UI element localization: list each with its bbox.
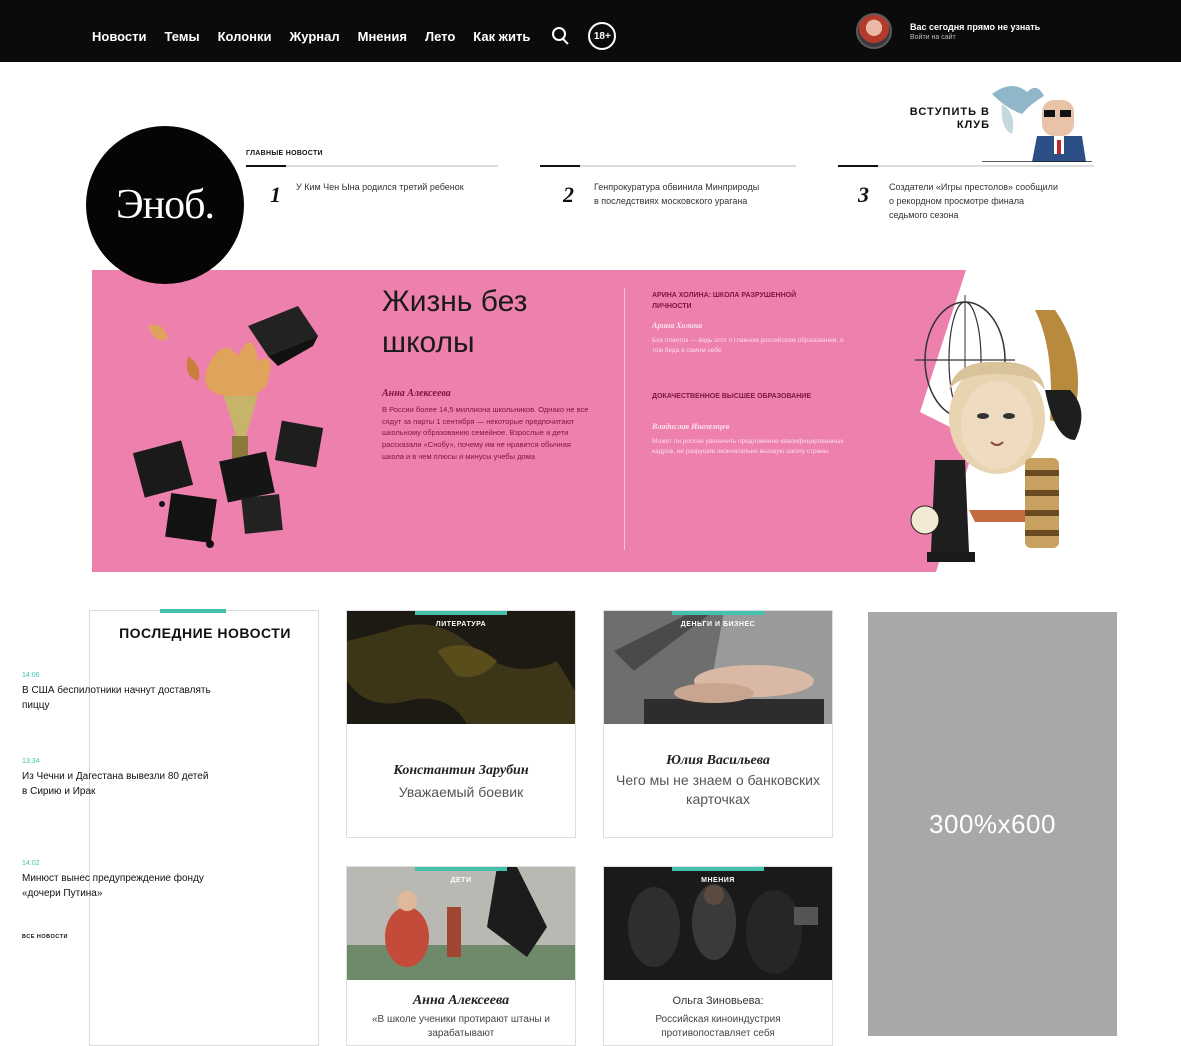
card-title[interactable]: Российская киноиндустрия противопоставля… (614, 1013, 822, 1040)
article-card-business[interactable]: ДЕНЬГИ И БИЗНЕС Юлия Васильева Чего мы н… (603, 610, 833, 838)
school-illustration (132, 306, 324, 548)
main-news-number: 2 (563, 182, 574, 207)
article-card-children[interactable]: ДЕТИ Анна Алексеева «В школе ученики про… (346, 866, 576, 1046)
feature-author[interactable]: Анна Алексеева (382, 388, 451, 399)
card-author[interactable]: Анна Алексеева (347, 993, 575, 1009)
card-category[interactable]: ДЕНЬГИ И БИЗНЕС (604, 621, 832, 628)
all-news-link[interactable]: ВСЕ НОВОСТИ (22, 934, 68, 940)
main-nav: Новости Темы Колонки Журнал Мнения Лето … (92, 22, 617, 50)
main-news-heading: ГЛАВНЫЕ НОВОСТИ (246, 150, 323, 157)
card-accent (415, 611, 507, 615)
card-title[interactable]: «В школе ученики протирают штаны и зараб… (357, 1013, 565, 1040)
nav-item-news[interactable]: Новости (92, 29, 147, 44)
card-author[interactable]: Константин Зарубин (347, 763, 575, 779)
latest-news-item[interactable]: 14:02 Минюст вынес предупреждение фонду … (22, 860, 212, 901)
latest-news-accent (160, 609, 226, 613)
main-news-divider-1 (246, 165, 498, 167)
login-link[interactable]: Войти на сайт (910, 34, 1040, 41)
news-headline[interactable]: В США беспилотники начнут доставлять пиц… (22, 684, 212, 713)
side-article-text: Без отметок — ведь этот о главном россий… (652, 337, 844, 355)
news-time: 13:34 (22, 758, 40, 765)
banner-divider (624, 288, 625, 550)
main-news-divider-3 (838, 165, 1094, 167)
club-illustration (982, 85, 1092, 162)
card-accent (415, 867, 507, 871)
user-name[interactable]: Вас сегодня прямо не узнать (910, 22, 1040, 32)
nav-item-columns[interactable]: Колонки (218, 29, 272, 44)
card-accent (672, 867, 764, 871)
user-text: Вас сегодня прямо не узнать Войти на сай… (910, 22, 1040, 41)
main-news-divider-2 (540, 165, 796, 167)
card-category[interactable]: ЛИТЕРАТУРА (347, 621, 575, 628)
latest-news-title: ПОСЛЕДНИЕ НОВОСТИ (119, 625, 291, 641)
article-card-literature[interactable]: ЛИТЕРАТУРА Константин Зарубин Уважаемый … (346, 610, 576, 838)
user-profile[interactable]: Вас сегодня прямо не узнать Войти на сай… (856, 13, 1040, 49)
article-card-opinions[interactable]: МНЕНИЯ Ольга Зиновьева: Российская кинои… (603, 866, 833, 1046)
side-article-heading[interactable]: ДОКАЧЕСТВЕННОЕ ВЫСШЕЕ ОБРАЗОВАНИЕ (652, 391, 812, 402)
lomonosov-illustration (910, 295, 1082, 562)
main-news-link[interactable]: Создатели «Игры престолов» сообщили о ре… (889, 181, 1064, 223)
news-headline[interactable]: Минюст вынес предупреждение фонду «дочер… (22, 872, 212, 901)
feature-title[interactable]: Жизнь без школы (382, 282, 612, 363)
news-headline[interactable]: Из Чечни и Дагестана вывезли 80 детей в … (22, 770, 212, 799)
join-club-label: ВСТУПИТЬ В КЛУБ (909, 106, 990, 132)
avatar[interactable] (856, 13, 892, 49)
side-article-author[interactable]: Владислав Иноземцев (652, 422, 729, 431)
news-time: 14:06 (22, 672, 40, 679)
latest-news-item[interactable]: 14:06 В США беспилотники начнут доставля… (22, 672, 212, 713)
latest-news-item[interactable]: 13:34 Из Чечни и Дагестана вывезли 80 де… (22, 758, 212, 799)
news-time: 14:02 (22, 860, 40, 867)
card-category[interactable]: ДЕТИ (347, 877, 575, 884)
nav-item-topics[interactable]: Темы (165, 29, 200, 44)
ad-size-label: 300%x600 (929, 808, 1056, 839)
site-logo[interactable]: Эноб. (86, 126, 244, 284)
nav-item-opinions[interactable]: Мнения (358, 29, 407, 44)
card-title[interactable]: Уважаемый боевик (357, 783, 565, 802)
feature-description: В России более 14,5 миллиона школьников.… (382, 405, 589, 461)
nav-item-how-to-live[interactable]: Как жить (473, 29, 530, 44)
nav-item-magazine[interactable]: Журнал (290, 29, 340, 44)
side-article-author[interactable]: Арина Холина (652, 321, 702, 330)
age-rating-badge: 18+ (588, 22, 617, 50)
side-article-heading[interactable]: АРИНА ХОЛИНА: ШКОЛА РАЗРУШЕННОЙ ЛИЧНОСТИ (652, 290, 812, 312)
card-accent (672, 611, 764, 615)
logo-text: Эноб. (115, 182, 215, 228)
card-title[interactable]: Чего мы не знаем о банковских карточках (614, 771, 822, 809)
main-news-number: 3 (858, 182, 869, 207)
ad-placeholder[interactable]: 300%x600 (868, 612, 1117, 1036)
card-category[interactable]: МНЕНИЯ (604, 877, 832, 884)
nav-item-summer[interactable]: Лето (425, 29, 455, 44)
card-author[interactable]: Юлия Васильева (604, 753, 832, 769)
main-news-number: 1 (270, 182, 281, 207)
side-article-text: Может ли россия увеличить предложение кв… (652, 438, 844, 456)
card-author[interactable]: Ольга Зиновьева: (604, 995, 832, 1007)
search-icon[interactable] (550, 25, 572, 47)
main-news-link[interactable]: Генпрокуратура обвинила Минприроды в пос… (594, 181, 764, 209)
top-navbar: Новости Темы Колонки Журнал Мнения Лето … (0, 0, 1181, 62)
join-club-button[interactable]: ВСТУПИТЬ В КЛУБ (880, 70, 1100, 166)
main-news-link[interactable]: У Ким Чен Ына родился третий ребенок (296, 181, 486, 195)
